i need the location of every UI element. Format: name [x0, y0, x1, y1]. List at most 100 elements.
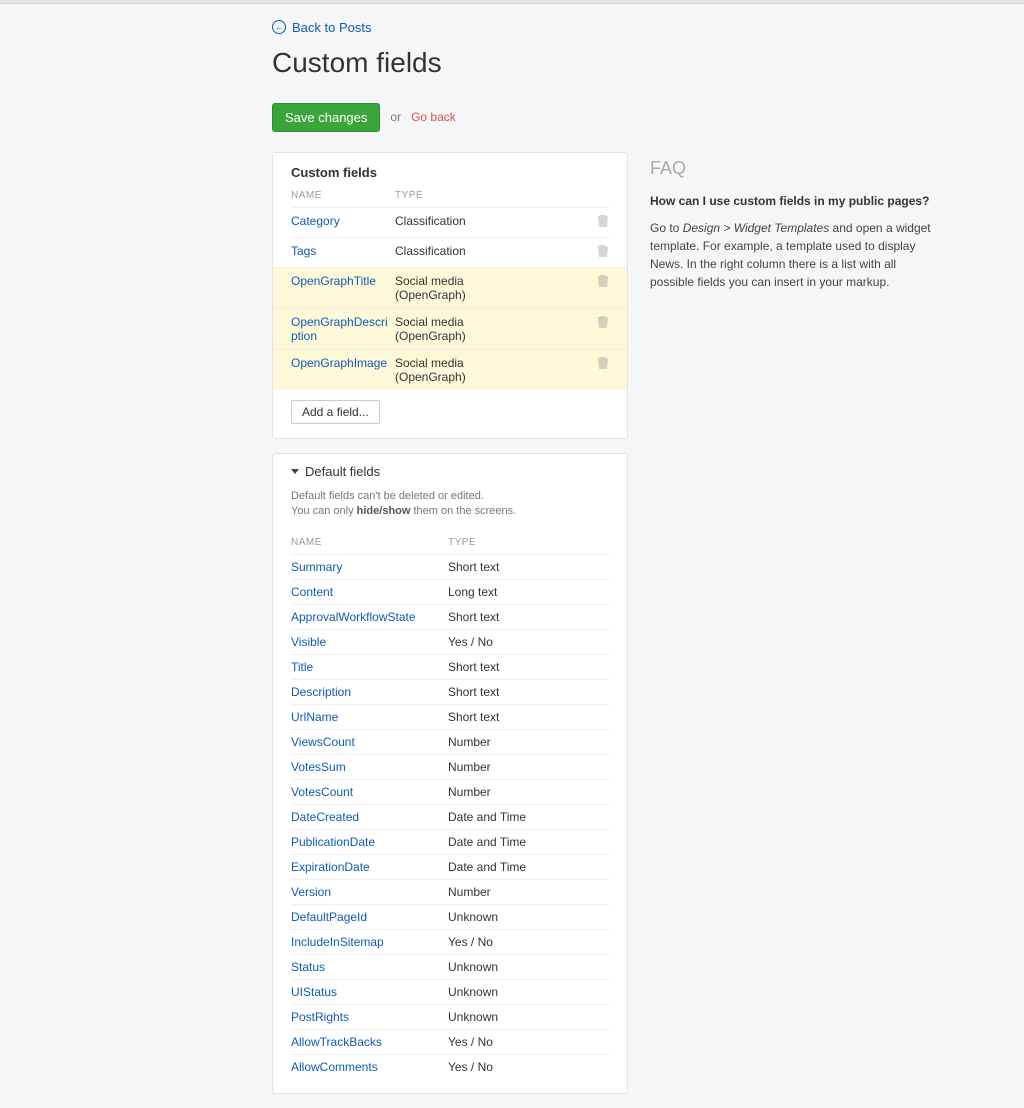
custom-fields-table: CategoryClassificationTagsClassification…	[273, 207, 627, 390]
field-name-link[interactable]: ExpirationDate	[291, 860, 448, 874]
custom-fields-panel: Custom fields NAME TYPE CategoryClassifi…	[272, 152, 628, 439]
field-name-link[interactable]: ViewsCount	[291, 735, 448, 749]
field-name-link[interactable]: VotesSum	[291, 760, 448, 774]
trash-icon[interactable]	[595, 214, 609, 228]
field-name-link[interactable]: OpenGraphDescription	[291, 315, 395, 343]
default-field-row: VotesCountNumber	[291, 779, 609, 804]
field-name-link[interactable]: UrlName	[291, 710, 448, 724]
default-field-row: ViewsCountNumber	[291, 729, 609, 754]
back-to-posts-link[interactable]: ← Back to Posts	[272, 20, 371, 35]
default-field-row: DateCreatedDate and Time	[291, 804, 609, 829]
field-name-link[interactable]: IncludeInSitemap	[291, 935, 448, 949]
default-field-row: AllowCommentsYes / No	[291, 1054, 609, 1079]
custom-field-row: OpenGraphDescriptionSocial media (OpenGr…	[273, 308, 627, 349]
default-field-row: PublicationDateDate and Time	[291, 829, 609, 854]
field-type: Unknown	[448, 910, 609, 924]
field-type: Short text	[448, 610, 609, 624]
default-fields-table: SummaryShort textContentLong textApprova…	[273, 554, 627, 1093]
header-name: NAME	[291, 537, 448, 548]
field-type: Social media (OpenGraph)	[395, 274, 485, 302]
field-name-link[interactable]: DateCreated	[291, 810, 448, 824]
default-fields-panel: Default fields Default fields can't be d…	[272, 453, 628, 1095]
field-type: Number	[448, 885, 609, 899]
default-field-row: DefaultPageIdUnknown	[291, 904, 609, 929]
default-fields-headers: NAME TYPE	[273, 529, 627, 554]
default-field-row: DescriptionShort text	[291, 679, 609, 704]
default-field-row: VersionNumber	[291, 879, 609, 904]
default-field-row: UIStatusUnknown	[291, 979, 609, 1004]
field-name-link[interactable]: Visible	[291, 635, 448, 649]
field-type: Number	[448, 785, 609, 799]
field-name-link[interactable]: OpenGraphTitle	[291, 274, 395, 288]
field-type: Unknown	[448, 985, 609, 999]
default-fields-note: Default fields can't be deleted or edite…	[273, 489, 627, 530]
default-field-row: AllowTrackBacksYes / No	[291, 1029, 609, 1054]
faq-heading: FAQ	[650, 158, 942, 179]
save-button[interactable]: Save changes	[272, 103, 380, 132]
trash-icon[interactable]	[595, 244, 609, 258]
field-type: Long text	[448, 585, 609, 599]
field-type: Classification	[395, 244, 485, 258]
faq-sidebar: FAQ How can I use custom fields in my pu…	[650, 152, 942, 292]
field-type: Social media (OpenGraph)	[395, 356, 485, 384]
field-name-link[interactable]: AllowComments	[291, 1060, 448, 1074]
field-name-link[interactable]: VotesCount	[291, 785, 448, 799]
field-type: Yes / No	[448, 1035, 609, 1049]
default-fields-title: Default fields	[305, 464, 380, 479]
trash-icon[interactable]	[595, 315, 609, 329]
default-field-row: StatusUnknown	[291, 954, 609, 979]
default-field-row: TitleShort text	[291, 654, 609, 679]
field-type: Short text	[448, 710, 609, 724]
custom-field-row: CategoryClassification	[291, 207, 609, 237]
default-fields-toggle[interactable]: Default fields	[273, 454, 627, 489]
add-field-button[interactable]: Add a field...	[291, 400, 380, 424]
field-type: Number	[448, 760, 609, 774]
page-title: Custom fields	[272, 47, 942, 79]
default-field-row: ContentLong text	[291, 579, 609, 604]
field-type: Classification	[395, 214, 485, 228]
faq-question: How can I use custom fields in my public…	[650, 193, 942, 210]
default-field-row: IncludeInSitemapYes / No	[291, 929, 609, 954]
field-name-link[interactable]: AllowTrackBacks	[291, 1035, 448, 1049]
field-type: Unknown	[448, 960, 609, 974]
chevron-down-icon	[291, 469, 299, 474]
field-name-link[interactable]: Tags	[291, 244, 395, 258]
custom-fields-title: Custom fields	[273, 153, 627, 190]
field-name-link[interactable]: Description	[291, 685, 448, 699]
default-field-row: SummaryShort text	[291, 554, 609, 579]
header-type: TYPE	[448, 537, 609, 548]
field-type: Yes / No	[448, 1060, 609, 1074]
custom-fields-headers: NAME TYPE	[273, 190, 627, 207]
field-type: Unknown	[448, 1010, 609, 1024]
field-type: Social media (OpenGraph)	[395, 315, 485, 343]
field-type: Number	[448, 735, 609, 749]
field-name-link[interactable]: Status	[291, 960, 448, 974]
back-link-label: Back to Posts	[292, 20, 371, 35]
default-field-row: ExpirationDateDate and Time	[291, 854, 609, 879]
field-name-link[interactable]: PublicationDate	[291, 835, 448, 849]
go-back-link[interactable]: Go back	[411, 110, 456, 124]
field-name-link[interactable]: Content	[291, 585, 448, 599]
or-text: or	[390, 110, 401, 124]
field-type: Short text	[448, 560, 609, 574]
field-name-link[interactable]: Category	[291, 214, 395, 228]
field-name-link[interactable]: UIStatus	[291, 985, 448, 999]
actions-bar: Save changes or Go back	[272, 103, 942, 132]
field-name-link[interactable]: ApprovalWorkflowState	[291, 610, 448, 624]
arrow-left-icon: ←	[272, 20, 286, 34]
field-name-link[interactable]: DefaultPageId	[291, 910, 448, 924]
field-type: Short text	[448, 660, 609, 674]
default-field-row: PostRightsUnknown	[291, 1004, 609, 1029]
default-field-row: UrlNameShort text	[291, 704, 609, 729]
field-name-link[interactable]: Version	[291, 885, 448, 899]
custom-field-row: OpenGraphTitleSocial media (OpenGraph)	[273, 267, 627, 308]
header-name: NAME	[291, 190, 395, 201]
header-type: TYPE	[395, 190, 609, 201]
default-field-row: VotesSumNumber	[291, 754, 609, 779]
field-name-link[interactable]: Title	[291, 660, 448, 674]
field-name-link[interactable]: OpenGraphImage	[291, 356, 395, 370]
trash-icon[interactable]	[595, 356, 609, 370]
field-name-link[interactable]: PostRights	[291, 1010, 448, 1024]
field-name-link[interactable]: Summary	[291, 560, 448, 574]
trash-icon[interactable]	[595, 274, 609, 288]
